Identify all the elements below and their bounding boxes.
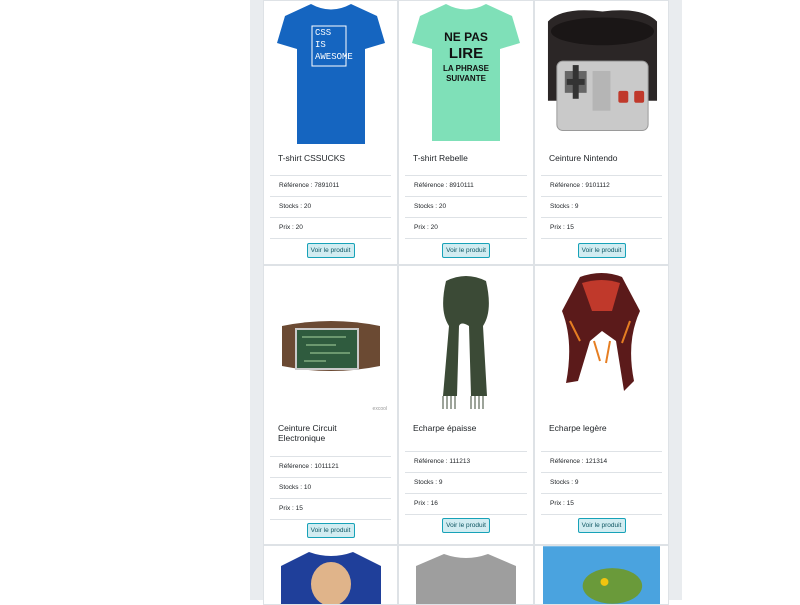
product-details: Référence : 9101112 Stocks : 9 Prix : 15 bbox=[541, 175, 662, 239]
product-card bbox=[263, 545, 398, 605]
product-image[interactable] bbox=[272, 266, 389, 416]
product-image[interactable] bbox=[543, 1, 660, 146]
product-card: Ceinture Nintendo Référence : 9101112 St… bbox=[534, 0, 669, 265]
product-image[interactable] bbox=[543, 546, 660, 604]
product-title: T-shirt CSSUCKS bbox=[278, 153, 346, 163]
product-card bbox=[534, 545, 669, 605]
product-details: Référence : 121314 Stocks : 9 Prix : 15 bbox=[541, 451, 662, 515]
poster-dragon-icon bbox=[543, 546, 660, 604]
svg-text:IS: IS bbox=[315, 40, 326, 50]
product-image[interactable]: CSS IS AWESOME bbox=[272, 1, 389, 146]
scarf-green-icon bbox=[442, 276, 489, 409]
product-details: Référence : 7891011 Stocks : 20 Prix : 2… bbox=[270, 175, 391, 239]
view-product-button[interactable]: Voir le produit bbox=[442, 518, 490, 533]
product-card: CSS IS AWESOME T-shirt CSSUCKS Référence… bbox=[263, 0, 398, 265]
product-card: Echarpe legère Référence : 121314 Stocks… bbox=[534, 265, 669, 545]
product-image[interactable] bbox=[407, 546, 525, 604]
product-details: Référence : 8910111 Stocks : 20 Prix : 2… bbox=[405, 175, 527, 239]
tshirt-character-icon bbox=[280, 552, 381, 604]
svg-text:AWESOME: AWESOME bbox=[315, 52, 353, 62]
product-details: Référence : 111213 Stocks : 9 Prix : 16 bbox=[405, 451, 527, 515]
product-details: Référence : 1011121 Stocks : 10 Prix : 1… bbox=[270, 456, 391, 520]
product-price: Prix : 16 bbox=[405, 493, 527, 515]
svg-text:LIRE: LIRE bbox=[449, 45, 483, 62]
product-card: Echarpe épaisse Référence : 111213 Stock… bbox=[398, 265, 534, 545]
view-product-button[interactable]: Voir le produit bbox=[442, 243, 490, 258]
product-price: Prix : 15 bbox=[541, 217, 662, 239]
product-reference: Référence : 111213 bbox=[405, 451, 527, 472]
product-stock: Stocks : 9 bbox=[405, 472, 527, 493]
product-card: excool Ceinture Circuit Electronique Réf… bbox=[263, 265, 398, 545]
scarf-red-icon bbox=[561, 273, 640, 391]
product-grid-row-2: excool Ceinture Circuit Electronique Réf… bbox=[263, 265, 669, 545]
product-title: Ceinture Nintendo bbox=[549, 153, 618, 163]
product-price: Prix : 15 bbox=[270, 498, 391, 520]
product-image[interactable] bbox=[543, 266, 660, 416]
product-price: Prix : 20 bbox=[270, 217, 391, 239]
view-product-button[interactable]: Voir le produit bbox=[577, 243, 626, 258]
product-image[interactable] bbox=[407, 266, 525, 416]
product-card: NE PAS LIRE LA PHRASE SUIVANTE T-shirt R… bbox=[398, 0, 534, 265]
product-title: Echarpe épaisse bbox=[413, 423, 477, 433]
product-stock: Stocks : 9 bbox=[541, 196, 662, 217]
product-reference: Référence : 121314 bbox=[541, 451, 662, 472]
product-reference: Référence : 7891011 bbox=[270, 175, 391, 196]
image-brand-caption: excool bbox=[372, 406, 387, 412]
product-card bbox=[398, 545, 534, 605]
product-grid-row-3 bbox=[263, 545, 669, 605]
product-title: Echarpe legère bbox=[549, 423, 607, 433]
product-stock: Stocks : 10 bbox=[270, 477, 391, 498]
product-grid-row-1: CSS IS AWESOME T-shirt CSSUCKS Référence… bbox=[263, 0, 669, 265]
product-reference: Référence : 8910111 bbox=[405, 175, 527, 196]
view-product-button[interactable]: Voir le produit bbox=[306, 523, 355, 538]
product-image[interactable]: NE PAS LIRE LA PHRASE SUIVANTE bbox=[407, 1, 525, 146]
product-title: T-shirt Rebelle bbox=[413, 153, 468, 163]
tshirt-grey-icon bbox=[416, 554, 516, 604]
belt-nintendo-icon bbox=[547, 10, 658, 132]
product-stock: Stocks : 9 bbox=[541, 472, 662, 493]
product-reference: Référence : 9101112 bbox=[541, 175, 662, 196]
product-title: Ceinture Circuit Electronique bbox=[278, 423, 337, 443]
product-stock: Stocks : 20 bbox=[405, 196, 527, 217]
svg-text:SUIVANTE: SUIVANTE bbox=[446, 74, 487, 83]
view-product-button[interactable]: Voir le produit bbox=[306, 243, 355, 258]
svg-text:LA PHRASE: LA PHRASE bbox=[443, 64, 490, 73]
view-product-button[interactable]: Voir le produit bbox=[577, 518, 626, 533]
svg-text:CSS: CSS bbox=[315, 28, 331, 38]
belt-circuit-icon bbox=[281, 321, 380, 371]
tshirt-blue-icon: CSS IS AWESOME bbox=[276, 4, 385, 144]
product-price: Prix : 20 bbox=[405, 217, 527, 239]
product-price: Prix : 15 bbox=[541, 493, 662, 515]
product-stock: Stocks : 20 bbox=[270, 196, 391, 217]
product-image[interactable] bbox=[272, 546, 389, 604]
tshirt-mint-icon: NE PAS LIRE LA PHRASE SUIVANTE bbox=[412, 4, 520, 141]
svg-text:NE PAS: NE PAS bbox=[444, 30, 488, 44]
product-reference: Référence : 1011121 bbox=[270, 456, 391, 477]
